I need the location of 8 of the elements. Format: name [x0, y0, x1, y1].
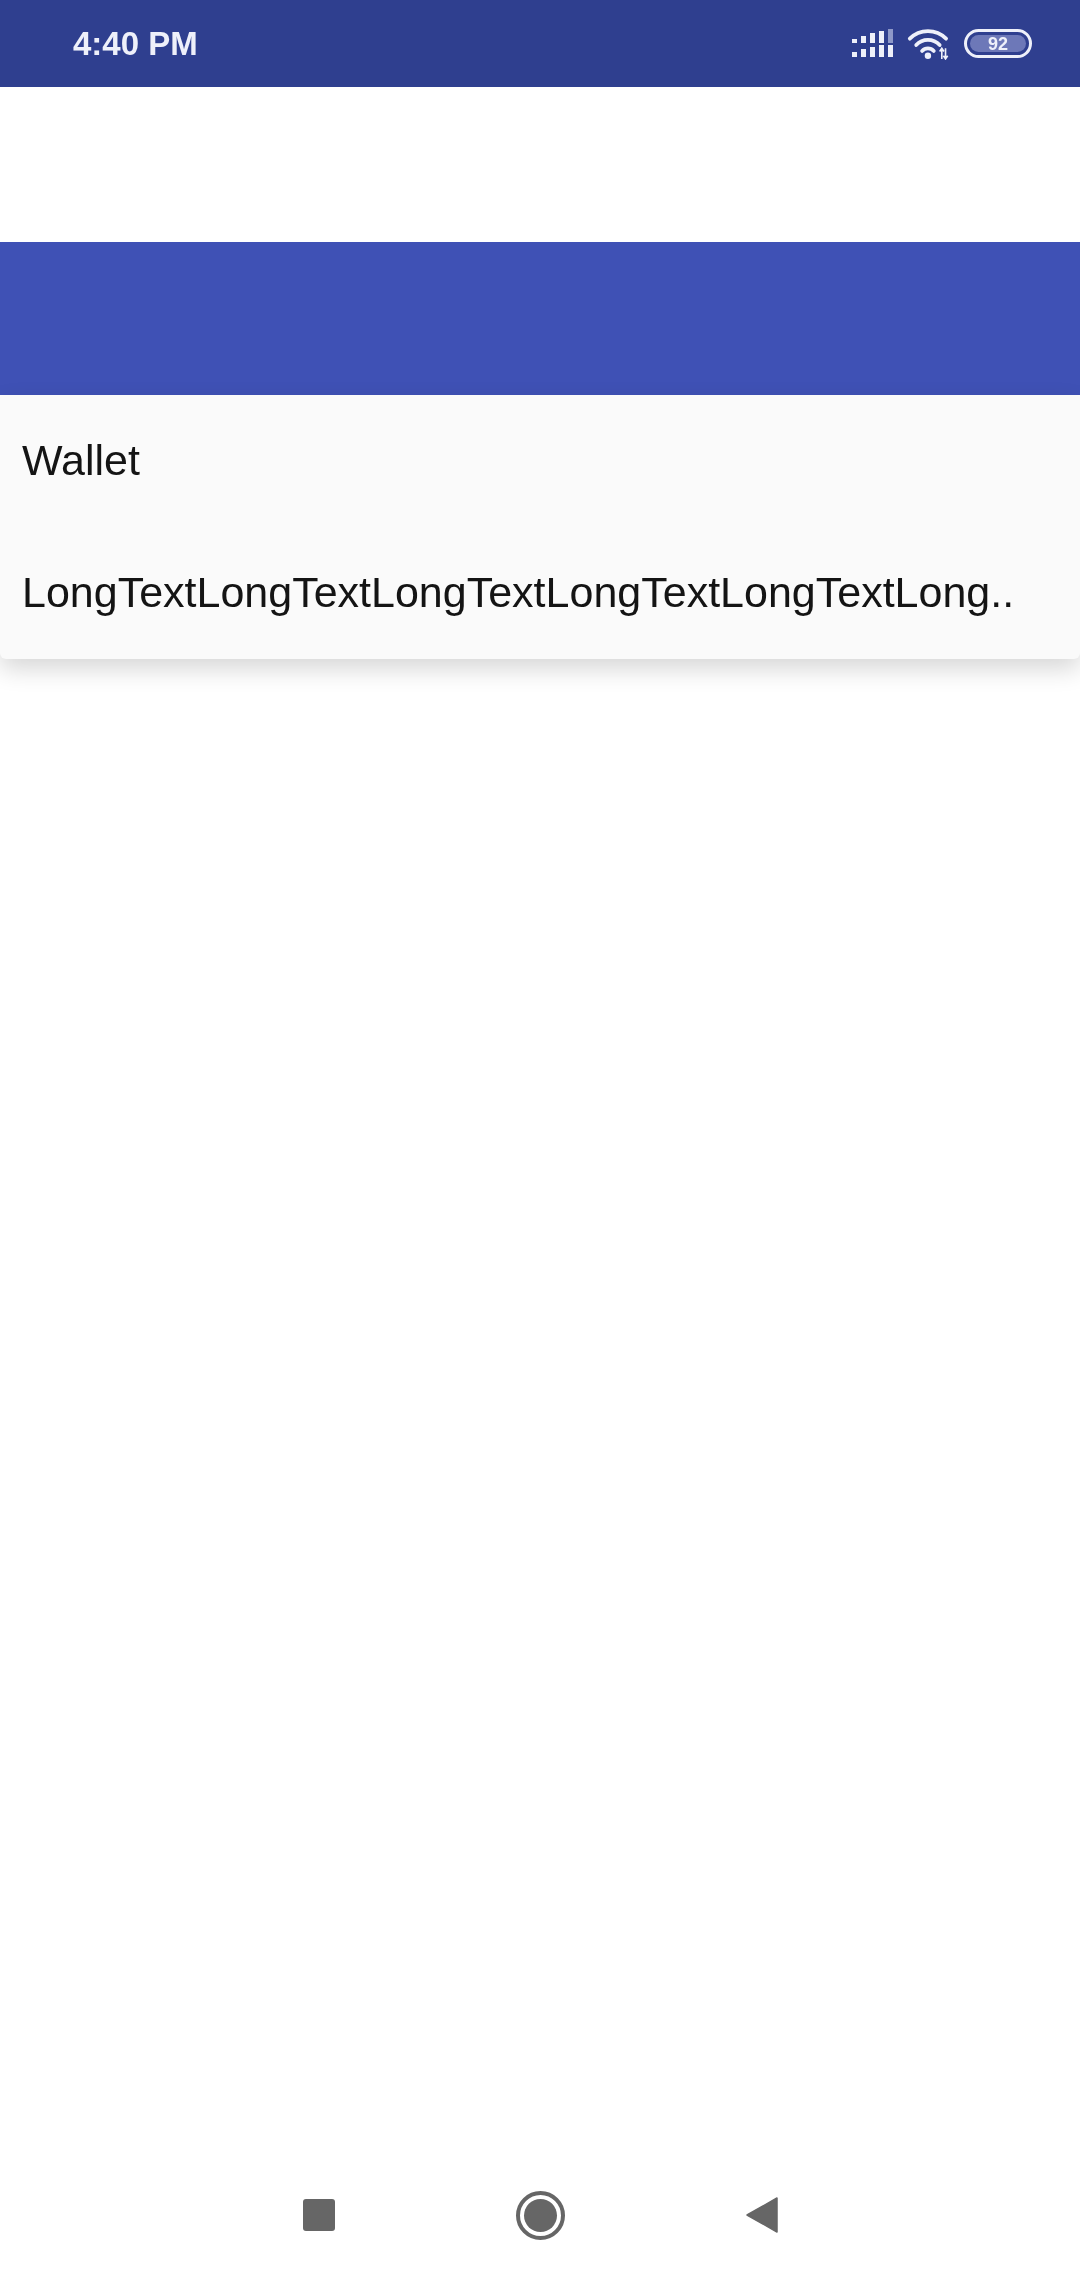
- menu-item[interactable]: Wallet: [22, 434, 140, 488]
- home-icon[interactable]: [515, 2190, 565, 2240]
- menu-item[interactable]: LongTextLongTextLongTextLongTextLongTextLong..: [22, 566, 1015, 620]
- status-time: 4:40 PM: [73, 27, 198, 60]
- battery-level-text: 92: [988, 34, 1008, 53]
- signal-icon: [852, 28, 893, 59]
- recents-icon[interactable]: [302, 2199, 335, 2231]
- back-icon[interactable]: [745, 2197, 778, 2233]
